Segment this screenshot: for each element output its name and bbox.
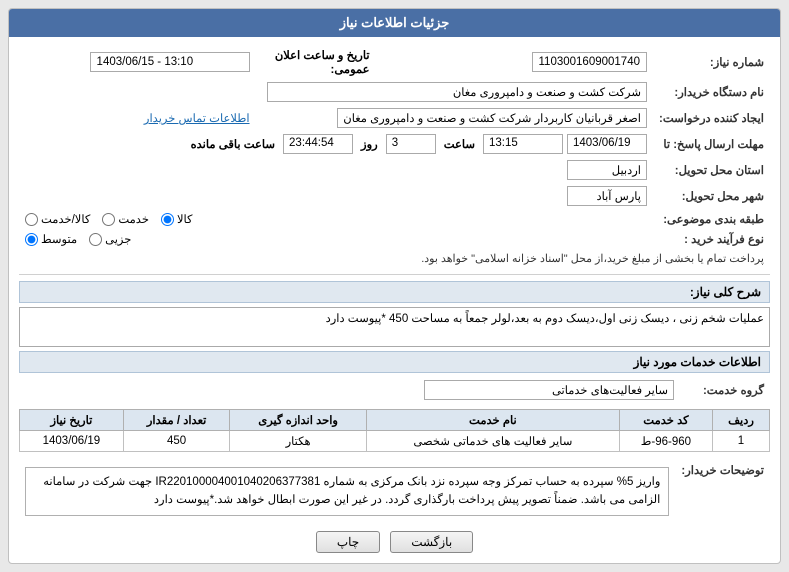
sharh-koli-label: شرح کلی نیاز: [19,281,770,303]
saat-label: ساعت [444,137,475,151]
remaining-value: 23:44:54 [283,134,353,154]
col-vahed: واحد اندازه گیری [230,410,366,431]
mohlat-ersal-label: مهلت ارسال پاسخ: تا [653,131,770,157]
cell-0: 1 [712,431,769,452]
cell-1: 96-960-ط [619,431,712,452]
roz-value: 3 [386,134,436,154]
radio-jozii-label: جزیی [105,232,131,246]
name-dastgah-label: نام دستگاه خریدار: [653,79,770,105]
services-table: ردیف کد خدمت نام خدمت واحد اندازه گیری ت… [19,409,770,452]
shahr-label: شهر محل تحویل: [653,183,770,209]
card-body: شماره نیاز: 1103001609001740 تاریخ و ساع… [9,37,780,563]
radio-jozii[interactable] [89,233,102,246]
radio-khedmat-label: خدمت [118,212,149,226]
print-button[interactable]: چاپ [316,531,380,553]
divider-1 [19,274,770,275]
tabaqe-label: طبقه بندی موضوعی: [653,209,770,229]
radio-motavasset-item: متوسط [25,232,77,246]
col-radif: ردیف [712,410,769,431]
shahr-value: پارس آباد [567,186,647,206]
cell-5: 1403/06/19 [20,431,124,452]
roz-label: روز [361,137,378,151]
col-tedad: تعداد / مقدار [123,410,230,431]
radio-kala-khedmat-label: کالا/خدمت [41,212,90,226]
ostan-label: استان محل تحویل: [653,157,770,183]
saat-value: 13:15 [483,134,563,154]
gorohe-khedmat-table: گروه خدمت: سایر فعالیت‌های خدماتی [19,377,770,403]
main-card: جزئیات اطلاعات نیاز شماره نیاز: 11030016… [8,8,781,564]
col-tarikh: تاریخ نیاز [20,410,124,431]
page-container: جزئیات اطلاعات نیاز شماره نیاز: 11030016… [0,0,789,572]
shomara-niaz-value: 1103001609001740 [532,52,647,72]
radio-kala-khedmat-item: کالا/خدمت [25,212,90,226]
radio-jozii-item: جزیی [89,232,131,246]
sharh-koli-value: عملیات شخم زنی ، دیسک زنی اول،دیسک دوم ب… [19,307,770,347]
cell-2: سایر فعالیت های خدماتی شخصی [366,431,619,452]
radio-khedmat[interactable] [102,213,115,226]
ettela-khedmat-section: اطلاعات خدمات مورد نیاز [19,351,770,373]
info-table-top: شماره نیاز: 1103001609001740 تاریخ و ساع… [19,45,770,268]
nove-farayand-label: نوع فرآیند خرید : [653,229,770,249]
btn-row: بازگشت چاپ [19,531,770,553]
radio-khedmat-item: خدمت [102,212,149,226]
radio-kala-label: کالا [177,212,193,226]
radio-motavasset-label: متوسط [41,232,77,246]
radio-kala-khedmat[interactable] [25,213,38,226]
tabaqe-radio-group: کالا/خدمت خدمت کالا [25,212,647,226]
gorohe-khedmat-label: گروه خدمت: [680,377,770,403]
header-title: جزئیات اطلاعات نیاز [340,15,450,30]
col-kod: کد خدمت [619,410,712,431]
gorohe-khedmat-value: سایر فعالیت‌های خدماتی [424,380,674,400]
back-button[interactable]: بازگشت [390,531,473,553]
ostan-value: اردبیل [567,160,647,180]
ettela-tamas-link[interactable]: اطلاعات تماس خریدار [144,113,250,125]
radio-kala-item: کالا [161,212,193,226]
payment-note: پرداخت تمام یا بخشی از مبلغ خرید،از محل … [421,253,764,265]
remaining-label: ساعت باقی مانده [191,137,275,151]
cell-3: هکتار [230,431,366,452]
ettela-khedmat-label: اطلاعات خدمات مورد نیاز [19,351,770,373]
notice-text: واریز 5% سپرده به حساب تمرکز وجه سپرده ن… [25,467,669,516]
name-dastgah-value: شرکت کشت و صنعت و دامپروری مغان [267,82,647,102]
radio-kala[interactable] [161,213,174,226]
notice-label: توضیحات خریدار: [675,458,770,525]
shomara-niaz-label: شماره نیاز: [653,45,770,79]
ijad-konande-value: اصغر قربانیان کاربردار شرکت کشت و صنعت و… [337,108,647,128]
nove-farayand-radio-group: متوسط جزیی [25,232,647,246]
date-value: 1403/06/19 [567,134,647,154]
notice-section: توضیحات خریدار: واریز 5% سپرده به حساب ت… [19,458,770,525]
card-header: جزئیات اطلاعات نیاز [9,9,780,37]
tarikh-saat-value: 1403/06/15 - 13:10 [90,52,250,72]
cell-4: 450 [123,431,230,452]
sharh-koli-section: شرح کلی نیاز: عملیات شخم زنی ، دیسک زنی … [19,281,770,347]
ijad-konande-label: ایجاد کننده درخواست: [653,105,770,131]
col-name: نام خدمت [366,410,619,431]
tarikh-saat-label: تاریخ و ساعت اعلان عمومی: [256,45,376,79]
table-row: 196-960-طسایر فعالیت های خدماتی شخصیهکتا… [20,431,770,452]
radio-motavasset[interactable] [25,233,38,246]
